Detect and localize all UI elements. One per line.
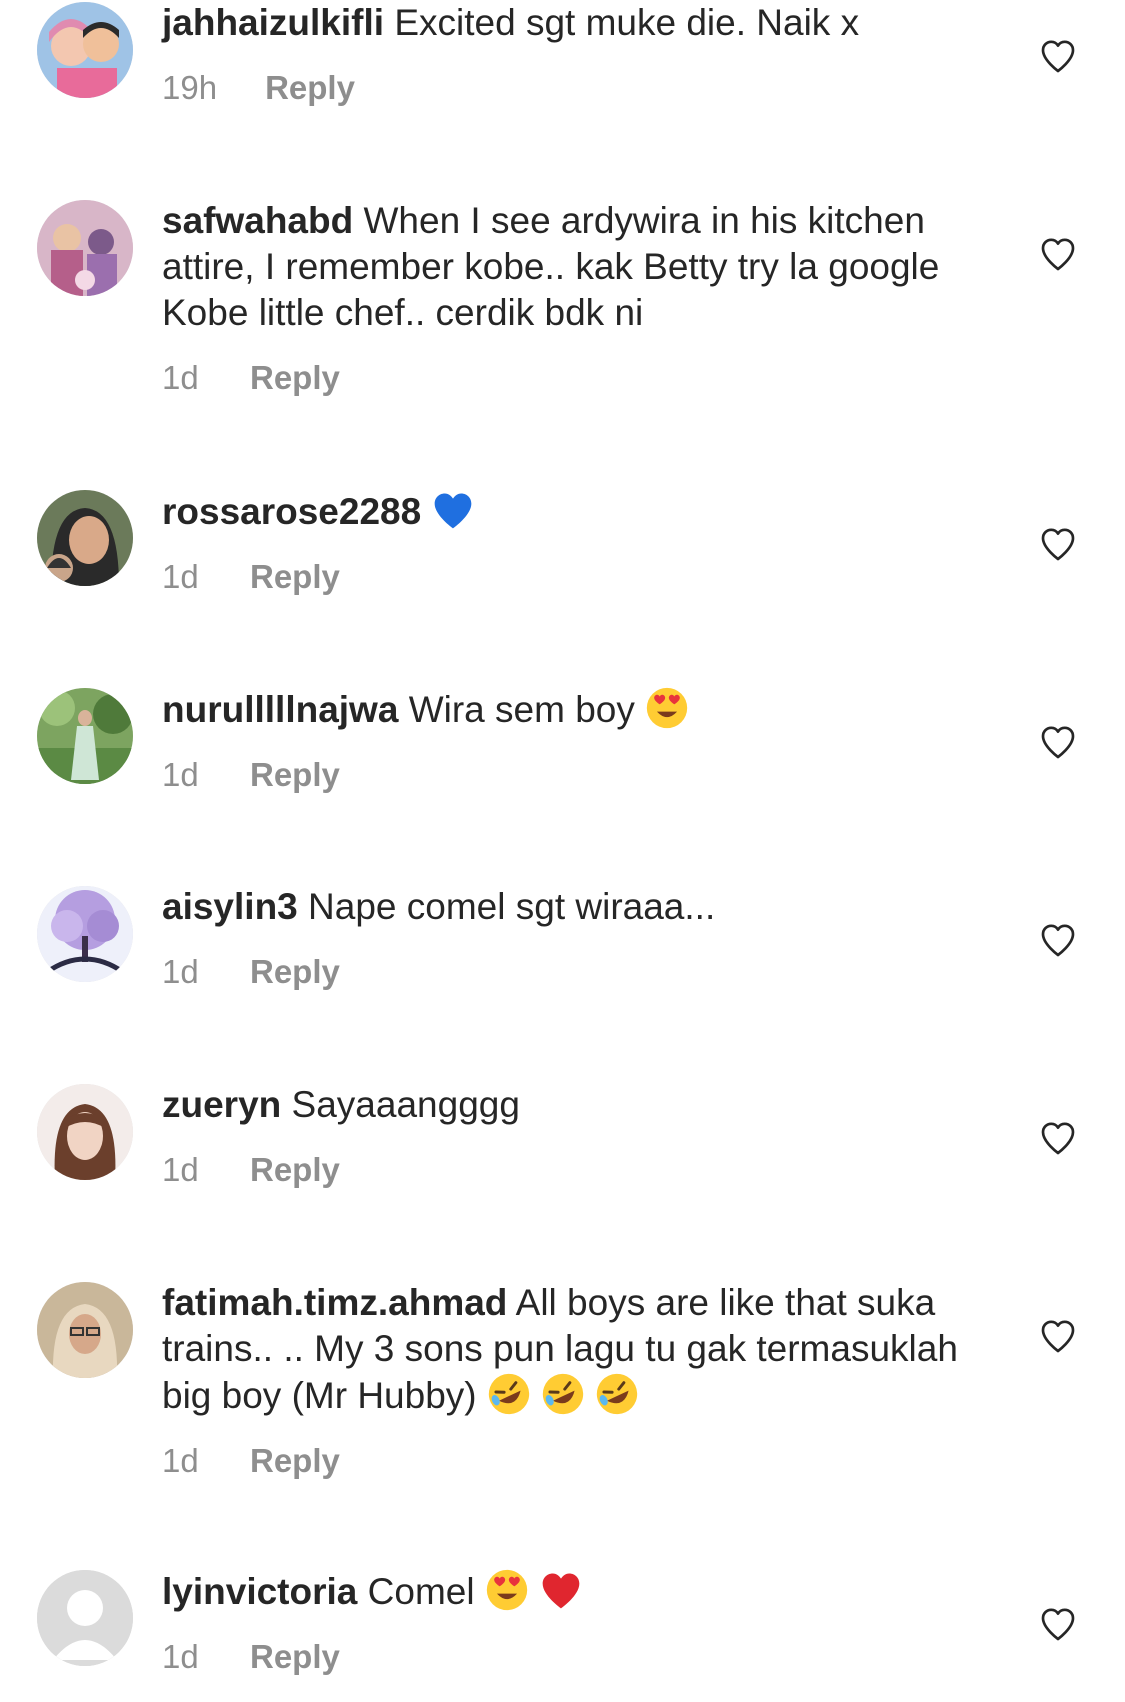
comment-meta: 1d Reply: [162, 557, 962, 597]
comment-meta: 1d Reply: [162, 1637, 962, 1677]
comment-time: 1d: [162, 953, 199, 990]
like-heart-icon[interactable]: [1038, 722, 1078, 762]
red-heart-icon: [539, 1568, 583, 1612]
comment-meta: 1d Reply: [162, 1441, 962, 1481]
comment-username[interactable]: rossarose2288: [162, 491, 421, 532]
comment-meta: 1d Reply: [162, 1150, 962, 1190]
comment-username[interactable]: lyinvictoria: [162, 1571, 357, 1612]
avatar[interactable]: [37, 2, 133, 98]
comment-body: Nape comel sgt wiraaa...: [308, 886, 716, 927]
like-heart-icon[interactable]: [1038, 524, 1078, 564]
comment-meta: 1d Reply: [162, 952, 962, 992]
like-heart-icon[interactable]: [1038, 1118, 1078, 1158]
reply-button[interactable]: Reply: [250, 1151, 340, 1188]
reply-button[interactable]: Reply: [250, 1638, 340, 1675]
reply-button[interactable]: Reply: [250, 953, 340, 990]
rofl-emoji-icon: [487, 1372, 531, 1416]
comment-time: 19h: [162, 69, 218, 106]
comment-text: aisylin3 Nape comel sgt wiraaa...: [162, 884, 962, 930]
comment-meta: 1d Reply: [162, 358, 962, 398]
comment-username[interactable]: safwahabd: [162, 200, 353, 241]
comment-username[interactable]: nurulllllnajwa: [162, 689, 398, 730]
like-heart-icon[interactable]: [1038, 36, 1078, 76]
comment-body: Excited sgt muke die. Naik x: [394, 2, 860, 43]
heart-eyes-emoji-icon: [645, 686, 689, 730]
comment-time: 1d: [162, 1442, 199, 1479]
like-heart-icon[interactable]: [1038, 920, 1078, 960]
comment-meta: 19h Reply: [162, 68, 962, 108]
comment-username[interactable]: jahhaizulkifli: [162, 2, 384, 43]
comment-text: zueryn Sayaaangggg: [162, 1082, 962, 1128]
comment-body: Wira sem boy: [408, 689, 635, 730]
reply-button[interactable]: Reply: [250, 1442, 340, 1479]
comment-time: 1d: [162, 359, 199, 396]
comment-time: 1d: [162, 558, 199, 595]
like-heart-icon[interactable]: [1038, 1604, 1078, 1644]
comment-text: rossarose2288: [162, 488, 962, 535]
reply-button[interactable]: Reply: [250, 558, 340, 595]
avatar[interactable]: [37, 688, 133, 784]
comment-time: 1d: [162, 1151, 199, 1188]
avatar[interactable]: [37, 1282, 133, 1378]
comment-meta: 1d Reply: [162, 755, 962, 795]
comment-text: fatimah.timz.ahmad All boys are like tha…: [162, 1280, 962, 1419]
rofl-emoji-icon: [541, 1372, 585, 1416]
comment-time: 1d: [162, 756, 199, 793]
comment-text: nurulllllnajwa Wira sem boy: [162, 686, 962, 733]
comment-username[interactable]: fatimah.timz.ahmad: [162, 1282, 507, 1323]
avatar[interactable]: [37, 490, 133, 586]
like-heart-icon[interactable]: [1038, 1316, 1078, 1356]
comment-username[interactable]: aisylin3: [162, 886, 298, 927]
comment-body: Comel: [367, 1571, 475, 1612]
blue-heart-icon: [431, 488, 475, 532]
comment-time: 1d: [162, 1638, 199, 1675]
rofl-emoji-icon: [595, 1372, 639, 1416]
avatar[interactable]: [37, 886, 133, 982]
reply-button[interactable]: Reply: [250, 359, 340, 396]
comment-username[interactable]: zueryn: [162, 1084, 281, 1125]
heart-eyes-emoji-icon: [485, 1568, 529, 1612]
comment-text: jahhaizulkifli Excited sgt muke die. Nai…: [162, 0, 962, 46]
reply-button[interactable]: Reply: [265, 69, 355, 106]
avatar[interactable]: [37, 200, 133, 296]
reply-button[interactable]: Reply: [250, 756, 340, 793]
comment-text: lyinvictoria Comel: [162, 1568, 962, 1615]
comment-body: Sayaaangggg: [291, 1084, 520, 1125]
avatar[interactable]: [37, 1570, 133, 1666]
avatar[interactable]: [37, 1084, 133, 1180]
like-heart-icon[interactable]: [1038, 234, 1078, 274]
comment-text: safwahabd When I see ardywira in his kit…: [162, 198, 962, 336]
